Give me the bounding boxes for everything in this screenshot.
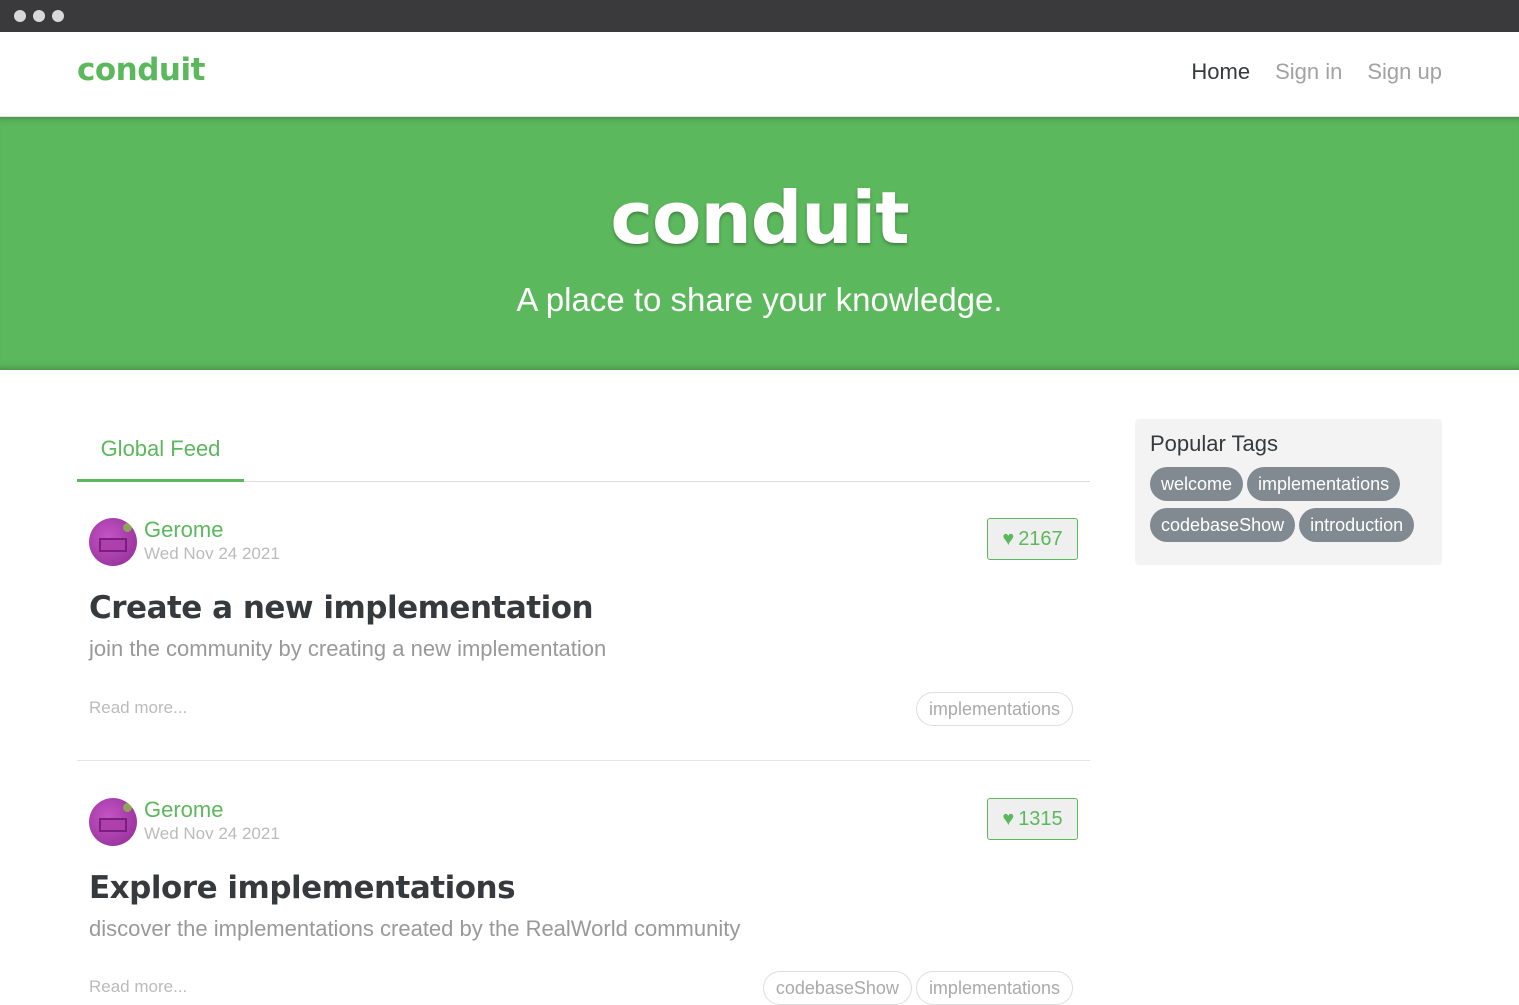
favorite-count: 2167 [1018, 527, 1063, 550]
favorite-count: 1315 [1018, 807, 1063, 830]
banner-title: conduit [610, 176, 909, 260]
nav-home-link[interactable]: Home [1191, 59, 1250, 85]
nav-sign-in-link[interactable]: Sign in [1275, 59, 1342, 85]
brand-logo-link[interactable]: conduit [77, 52, 205, 88]
article-tag-list: implementations [915, 692, 1073, 726]
read-more-link[interactable]: Read more... [89, 977, 187, 997]
window-dot-icon [33, 10, 45, 22]
avatar-image-detail [99, 538, 127, 552]
article-title[interactable]: Create a new implementation [89, 590, 594, 626]
article-description[interactable]: discover the implementations created by … [89, 916, 740, 942]
heart-icon: ♥ [1002, 527, 1015, 550]
tag-pill[interactable]: welcome [1150, 467, 1244, 501]
article-tag[interactable]: implementations [915, 692, 1073, 726]
favorite-button[interactable]: ♥ 1315 [987, 798, 1078, 840]
tag-pill[interactable]: implementations [1247, 467, 1401, 501]
avatar-image-detail [123, 803, 132, 812]
article-tag[interactable]: implementations [915, 971, 1073, 1005]
favorite-button[interactable]: ♥ 2167 [987, 518, 1078, 560]
avatar-image-detail [99, 818, 127, 832]
tab-global-feed[interactable]: Global Feed [77, 418, 244, 482]
window-dot-icon [14, 10, 26, 22]
banner-subtitle: A place to share your knowledge. [516, 281, 1003, 318]
read-more-link[interactable]: Read more... [89, 698, 187, 718]
avatar[interactable] [89, 798, 137, 846]
article-tag[interactable]: codebaseShow [762, 971, 912, 1005]
author-link[interactable]: Gerome [144, 797, 223, 823]
article-date: Wed Nov 24 2021 [144, 824, 280, 843]
avatar[interactable] [89, 518, 137, 566]
tag-pill[interactable]: codebaseShow [1150, 508, 1296, 542]
tag-pill[interactable]: introduction [1299, 508, 1415, 542]
article-divider [77, 760, 1090, 761]
tag-list: welcome implementations codebaseShow int… [1150, 467, 1427, 542]
article-date: Wed Nov 24 2021 [144, 544, 280, 563]
navbar: conduit Home Sign in Sign up [0, 32, 1519, 117]
window-dot-icon [52, 10, 64, 22]
avatar-image-detail [123, 523, 132, 532]
author-link[interactable]: Gerome [144, 517, 223, 543]
hero-banner: conduit A place to share your knowledge. [0, 117, 1519, 370]
article-description[interactable]: join the community by creating a new imp… [89, 636, 606, 662]
feed-toggle: Global Feed [77, 418, 1090, 482]
nav-sign-up-link[interactable]: Sign up [1367, 59, 1442, 85]
popular-tags-sidebar: Popular Tags welcome implementations cod… [1135, 419, 1442, 565]
nav-links: Home Sign in Sign up [1191, 59, 1442, 85]
window-titlebar [0, 0, 1519, 32]
article-title[interactable]: Explore implementations [89, 870, 516, 906]
sidebar-heading: Popular Tags [1150, 431, 1279, 456]
heart-icon: ♥ [1002, 807, 1015, 830]
article-tag-list: codebaseShow implementations [762, 971, 1073, 1005]
